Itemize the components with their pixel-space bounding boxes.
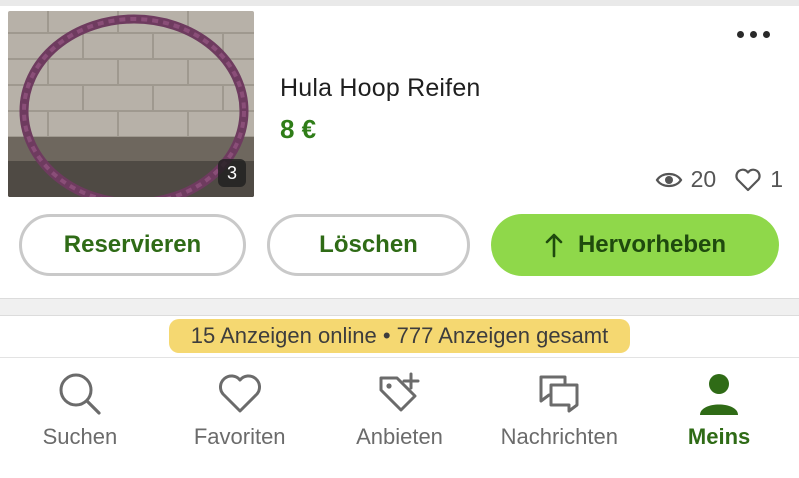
ads-summary: 15 Anzeigen online • 777 Anzeigen gesamt <box>0 316 799 356</box>
search-icon <box>59 373 101 415</box>
eye-icon <box>655 172 682 187</box>
views-count: 20 <box>690 166 717 192</box>
chat-icon <box>539 375 579 413</box>
tab-profile-label: Meins <box>687 424 751 449</box>
tab-search[interactable]: Suchen <box>0 362 160 462</box>
tabbar-divider <box>0 357 799 358</box>
tab-search-label: Suchen <box>42 424 118 449</box>
heart-icon <box>218 374 261 413</box>
tab-messages[interactable]: Nachrichten <box>479 362 639 462</box>
favorites-count: 1 <box>770 166 783 192</box>
listing-title[interactable]: Hula Hoop Reifen <box>280 74 481 103</box>
more-options-icon[interactable] <box>728 22 778 46</box>
listing-card[interactable]: 3 Hula Hoop Reifen 8 € 20 1 Reservieren … <box>0 6 799 298</box>
promote-button[interactable]: Hervorheben <box>491 214 779 276</box>
tab-post-ad[interactable]: Anbieten <box>320 362 480 462</box>
delete-button[interactable]: Löschen <box>267 214 470 276</box>
tab-post-ad-label: Anbieten <box>356 424 443 449</box>
listing-price: 8 € <box>280 114 317 144</box>
tag-plus-icon <box>379 372 420 412</box>
listing-thumbnail[interactable]: 3 <box>8 11 254 197</box>
ads-summary-text: 15 Anzeigen online • 777 Anzeigen gesamt <box>168 319 631 353</box>
reserve-button[interactable]: Reservieren <box>19 214 246 276</box>
tab-favorites[interactable]: Favoriten <box>160 362 320 462</box>
delete-button-label: Löschen <box>319 231 418 258</box>
reserve-button-label: Reservieren <box>63 231 202 258</box>
tab-favorites-label: Favoriten <box>193 424 286 449</box>
bottom-tab-bar: Suchen Favoriten Anbieten Nachrichten Me… <box>0 362 799 462</box>
listing-stats: 20 1 <box>655 166 783 193</box>
photo-count-badge: 3 <box>218 159 246 187</box>
promote-button-label: Hervorheben <box>577 231 727 258</box>
arrow-up-icon <box>545 233 563 258</box>
section-divider <box>0 298 799 316</box>
heart-outline-icon <box>735 168 761 191</box>
person-icon <box>700 374 739 415</box>
tab-profile[interactable]: Meins <box>639 362 799 462</box>
tab-messages-label: Nachrichten <box>500 424 618 449</box>
